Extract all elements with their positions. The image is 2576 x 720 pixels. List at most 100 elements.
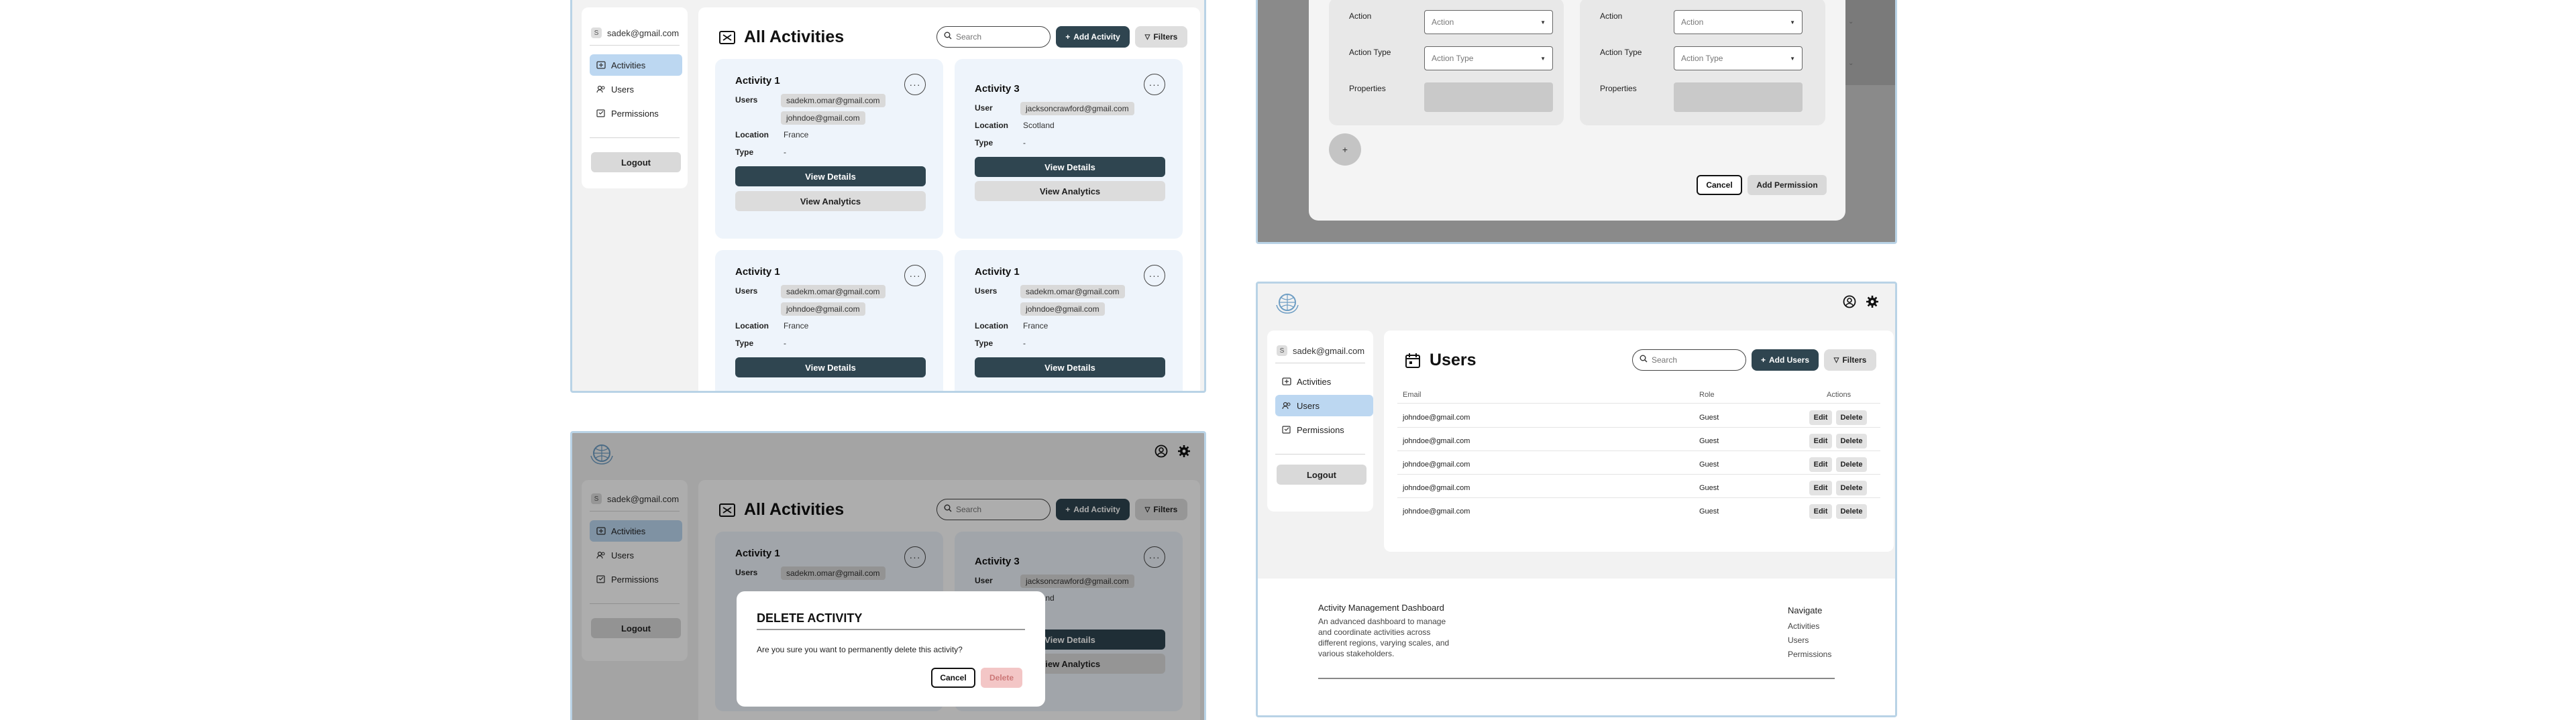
sidebar-item-users[interactable]: Users	[590, 78, 682, 100]
user-chip: sadekm.omar@gmail.com	[781, 94, 885, 107]
add-permission-button[interactable]: Add Permission	[1748, 175, 1827, 195]
action-type-select[interactable]: Action Type ▼	[1424, 46, 1553, 70]
plus-icon: +	[1065, 32, 1071, 42]
card-title: Activity 1	[735, 266, 780, 278]
edit-button[interactable]: Edit	[1809, 410, 1832, 425]
logout-button[interactable]: Logout	[591, 152, 681, 172]
permission-block: Action Action ▼ Action Type Action Type ▼ …	[1329, 0, 1564, 125]
edit-button[interactable]: Edit	[1809, 481, 1832, 495]
activity-card: Activity 1 ··· Users sadekm.omar@gmail.c…	[715, 59, 943, 239]
location-value: France	[784, 130, 809, 139]
search-input[interactable]	[956, 32, 1036, 42]
edit-button[interactable]: Edit	[1809, 504, 1832, 519]
user-email: johndoe@gmail.com	[1403, 461, 1470, 469]
avatar: S	[1277, 345, 1287, 356]
dialog-message: Are you sure you want to permanently del…	[757, 645, 963, 654]
footer-link-activities[interactable]: Activities	[1788, 621, 1819, 631]
search-icon	[944, 31, 952, 43]
view-details-button[interactable]: View Details	[735, 357, 926, 377]
sidebar-item-activities[interactable]: Activities	[1275, 371, 1368, 392]
sidebar-divider	[590, 137, 680, 138]
user-role: Guest	[1699, 484, 1719, 492]
column-header-actions: Actions	[1827, 391, 1851, 399]
header-divider	[1397, 403, 1880, 404]
footer-description: An advanced dashboard to manage and coor…	[1318, 617, 1450, 658]
add-users-button[interactable]: + Add Users	[1752, 349, 1819, 371]
action-type-label: Action Type	[1349, 48, 1391, 57]
footer-link-permissions[interactable]: Permissions	[1788, 650, 1831, 659]
card-title: Activity 1	[975, 266, 1020, 278]
search-box[interactable]	[1632, 349, 1746, 371]
user-email: johndoe@gmail.com	[1403, 437, 1470, 445]
delete-button[interactable]: Delete	[1836, 504, 1867, 519]
filters-button[interactable]: ▽ Filters	[1135, 26, 1187, 48]
users-label: Users	[735, 95, 758, 105]
delete-button[interactable]: Delete	[1836, 434, 1867, 448]
user-chip: johndoe@gmail.com	[1020, 302, 1105, 316]
sidebar-item-users[interactable]: Users	[1275, 395, 1373, 416]
sidebar-item-activities[interactable]: Activities	[590, 54, 682, 76]
more-options-button[interactable]: ···	[1144, 74, 1165, 95]
more-options-button[interactable]: ···	[1144, 265, 1165, 286]
location-label: Location	[975, 321, 1008, 331]
action-select[interactable]: Action ▼	[1674, 10, 1803, 34]
activity-icon	[596, 60, 606, 70]
logout-button[interactable]: Logout	[1277, 465, 1366, 485]
type-label: Type	[975, 138, 994, 147]
user-circle-icon[interactable]	[1843, 295, 1856, 308]
sidebar-item-permissions[interactable]: Permissions	[1275, 419, 1368, 440]
dropdown-chevron-icon: ⌄	[1848, 18, 1854, 25]
account-email: S sadek@gmail.com	[1277, 345, 1364, 356]
user-role: Guest	[1699, 507, 1719, 516]
more-options-button[interactable]: ···	[904, 74, 926, 95]
delete-button[interactable]: Delete	[1836, 410, 1867, 425]
view-details-button[interactable]: View Details	[975, 157, 1165, 177]
edit-button[interactable]: Edit	[1809, 457, 1832, 472]
search-box[interactable]	[936, 26, 1051, 48]
filters-button[interactable]: ▽ Filters	[1824, 349, 1876, 371]
add-activity-button[interactable]: + Add Activity	[1056, 26, 1130, 48]
column-header-email: Email	[1403, 391, 1421, 399]
more-options-button[interactable]: ···	[904, 265, 926, 286]
properties-field[interactable]	[1674, 82, 1803, 112]
cancel-button[interactable]: Cancel	[1697, 175, 1742, 195]
user-email: johndoe@gmail.com	[1403, 484, 1470, 492]
edit-button[interactable]: Edit	[1809, 434, 1832, 448]
more-icon: ···	[909, 270, 921, 281]
more-icon: ···	[1148, 79, 1161, 90]
add-permission-block-button[interactable]: +	[1329, 133, 1361, 166]
user-email: johndoe@gmail.com	[1403, 414, 1470, 422]
activity-card: Activity 1 ··· Users sadekm.omar@gmail.c…	[955, 250, 1183, 391]
caret-down-icon: ▼	[1540, 19, 1546, 25]
more-icon: ···	[1148, 270, 1161, 281]
view-details-button[interactable]: View Details	[735, 166, 926, 186]
add-permission-dialog: Action Action ▼ Action Type Action Type ▼ …	[1309, 0, 1845, 221]
view-details-button[interactable]: View Details	[975, 357, 1165, 377]
footer-nav-title: Navigate	[1788, 605, 1823, 615]
user-role: Guest	[1699, 461, 1719, 469]
delete-button[interactable]: Delete	[1836, 457, 1867, 472]
properties-field[interactable]	[1424, 82, 1553, 112]
view-analytics-button[interactable]: View Analytics	[975, 181, 1165, 201]
search-input[interactable]	[1652, 355, 1732, 365]
view-analytics-button[interactable]: View Analytics	[735, 191, 926, 211]
users-screen: S sadek@gmail.com Activities Users Permi…	[1256, 282, 1897, 717]
table-row: johndoe@gmail.com Guest Edit Delete	[1384, 498, 1894, 521]
delete-button[interactable]: Delete	[1836, 481, 1867, 495]
calendar-icon	[1404, 352, 1421, 369]
user-chip: sadekm.omar@gmail.com	[781, 285, 885, 298]
cancel-button[interactable]: Cancel	[931, 668, 975, 688]
main-panel: Users +Add Users ▽Filters Email Role Act…	[1384, 331, 1894, 552]
sidebar-item-permissions[interactable]: Permissions	[590, 103, 682, 124]
action-select[interactable]: Action ▼	[1424, 10, 1553, 34]
user-role: Guest	[1699, 437, 1719, 445]
avatar: S	[591, 27, 602, 38]
action-label: Action	[1349, 11, 1372, 21]
gear-icon[interactable]	[1866, 295, 1879, 308]
footer-link-users[interactable]: Users	[1788, 636, 1809, 645]
add-permission-screen: Action Action ▼ Action Type Action Type ▼ …	[1256, 0, 1897, 244]
action-type-select[interactable]: Action Type ▼	[1674, 46, 1803, 70]
sidebar-divider	[590, 45, 680, 46]
delete-button[interactable]: Delete	[981, 668, 1022, 688]
caret-down-icon: ▼	[1790, 56, 1795, 62]
